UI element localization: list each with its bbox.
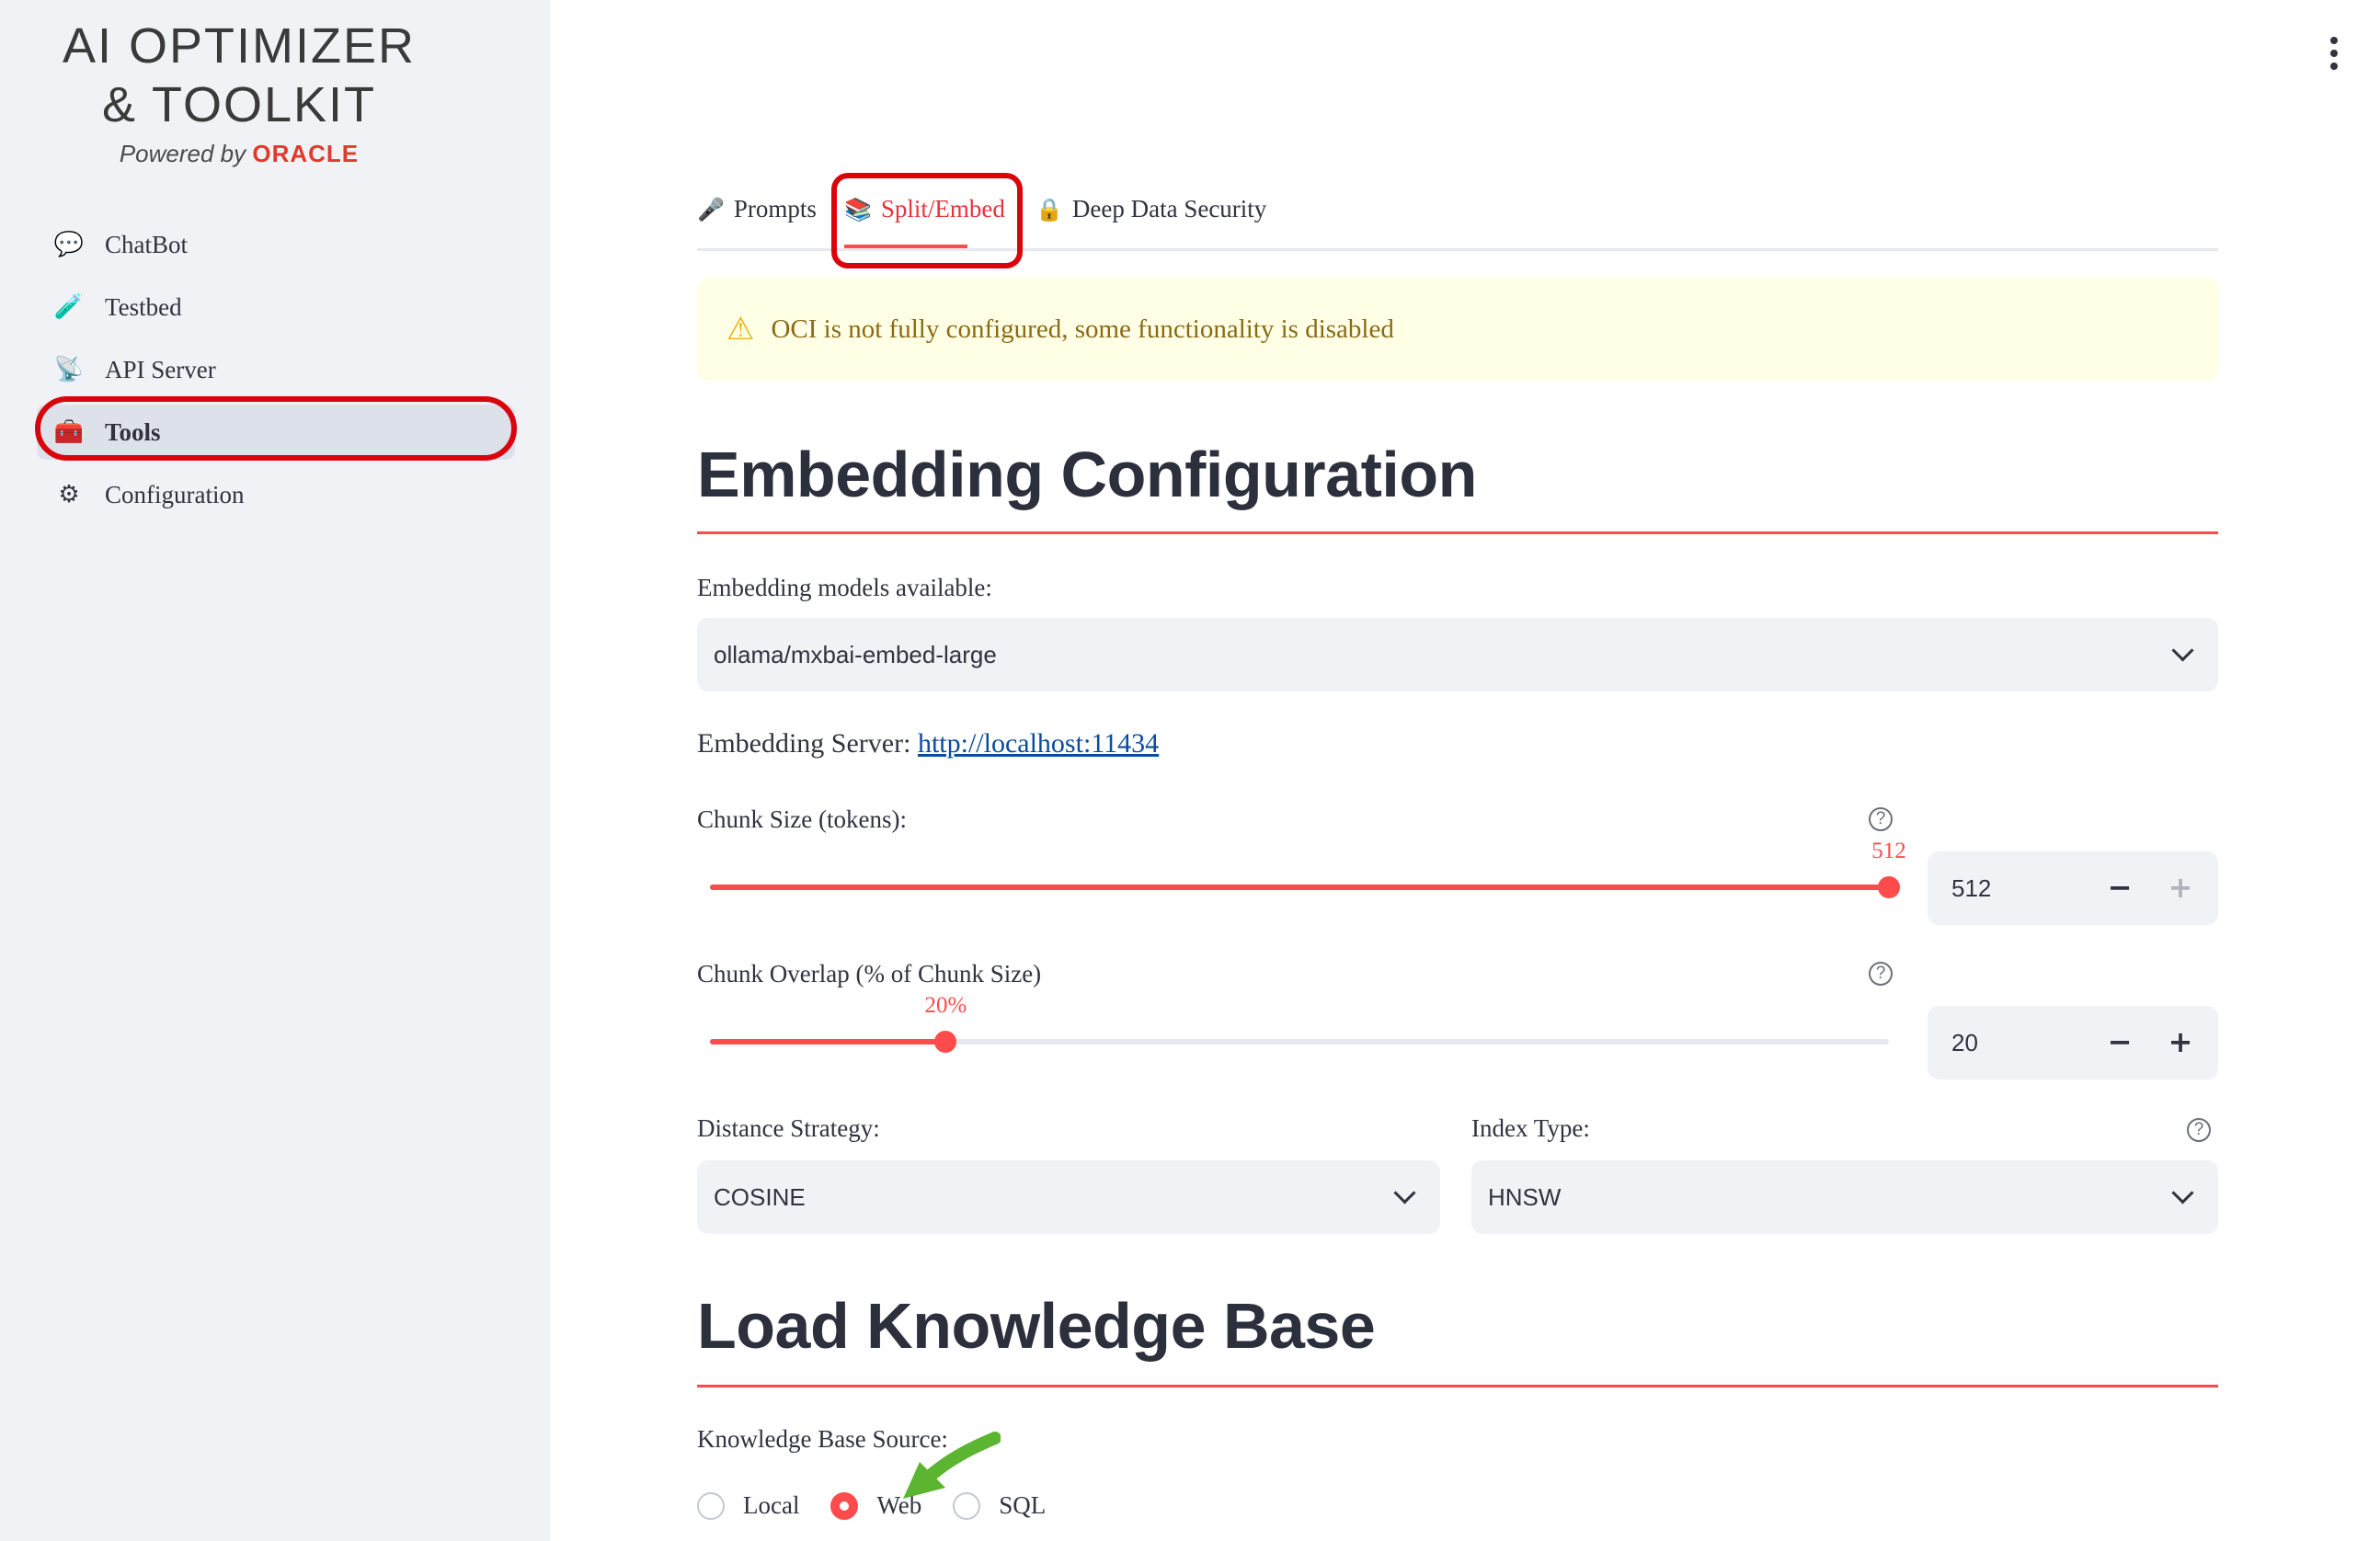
radio-circle[interactable]: [830, 1491, 859, 1520]
alert-text: OCI is not fully configured, some functi…: [771, 314, 1394, 344]
sidebar-item-label: ChatBot: [105, 230, 189, 258]
radio-label: Local: [743, 1491, 800, 1519]
chevron-down-icon: [2171, 1181, 2194, 1204]
sidebar-nav: 💬 ChatBot 🧪 Testbed 📡 API Server 🧰 Tools…: [37, 217, 515, 530]
sidebar-item-api-server[interactable]: 📡 API Server: [37, 342, 515, 397]
embedding-model-select[interactable]: ollama/mxbai-embed-large: [697, 618, 2218, 691]
main-menu-kebab-icon[interactable]: [2330, 37, 2340, 75]
slider-thumb[interactable]: [934, 1031, 957, 1053]
sidebar-item-label: Configuration: [105, 480, 245, 508]
slider-fill: [710, 1039, 946, 1044]
split-embed-highlight-annotation: [831, 173, 1023, 268]
embedding-server: Embedding Server: http://localhost:11434: [697, 728, 1159, 759]
chevron-down-icon: [2171, 639, 2194, 662]
speech-bubble-icon: 💬: [53, 231, 85, 258]
decrement-button[interactable]: −: [2097, 1019, 2143, 1065]
slider-thumb[interactable]: [1878, 876, 1900, 898]
tab-prompts[interactable]: 🎤 Prompts: [697, 195, 817, 223]
chunk-overlap-slider[interactable]: 20%: [710, 993, 1889, 1053]
sidebar-item-label: Testbed: [105, 292, 182, 321]
increment-button[interactable]: +: [2157, 864, 2203, 910]
slider-fill: [710, 885, 1889, 890]
embedding-heading: Embedding Configuration: [697, 439, 1477, 510]
embedding-model-value: ollama/mxbai-embed-large: [714, 640, 997, 668]
green-arrow-annotation-icon: [903, 1432, 1001, 1499]
tab-label: Deep Data Security: [1071, 195, 1267, 223]
heading-divider: [697, 531, 2218, 534]
distance-strategy-label: Distance Strategy:: [697, 1114, 880, 1142]
embedding-server-label: Embedding Server:: [697, 728, 911, 759]
help-icon[interactable]: ?: [1869, 962, 1893, 986]
sidebar-item-testbed[interactable]: 🧪 Testbed: [37, 280, 515, 335]
embedding-models-label: Embedding models available:: [697, 574, 992, 601]
tab-label: Prompts: [733, 195, 817, 223]
chunk-size-label: Chunk Size (tokens):: [697, 805, 907, 833]
radio-circle[interactable]: [697, 1491, 725, 1520]
logo-line-1: AI OPTIMIZER: [62, 18, 417, 74]
slider-value-label: 512: [1871, 839, 1906, 863]
chunk-overlap-stepper[interactable]: 20 − +: [1928, 1006, 2218, 1079]
index-type-value: HNSW: [1488, 1182, 1562, 1211]
heading-divider: [697, 1385, 2218, 1387]
sidebar-item-chatbot[interactable]: 💬 ChatBot: [37, 217, 515, 272]
knowledge-base-heading: Load Knowledge Base: [697, 1290, 1376, 1362]
sidebar-item-label: API Server: [105, 355, 216, 383]
satellite-icon: 📡: [53, 356, 85, 383]
lock-icon: 🔒: [1036, 196, 1063, 223]
tab-deep-data-security[interactable]: 🔒 Deep Data Security: [1036, 195, 1266, 223]
gear-icon: ⚙: [58, 481, 80, 508]
decrement-button[interactable]: −: [2097, 864, 2143, 910]
warning-alert: ⚠ OCI is not fully configured, some func…: [697, 278, 2218, 381]
slider-value-label: 20%: [924, 993, 967, 1018]
app-logo: AI OPTIMIZER & TOOLKIT Powered by ORACLE: [55, 17, 423, 168]
warning-icon: ⚠: [727, 311, 755, 348]
powered-by-text: Powered by: [119, 140, 246, 167]
knowledge-source-radio-group: Local Web SQL: [697, 1491, 1077, 1520]
chunk-size-value: 512: [1951, 874, 1992, 902]
logo-line-2: & TOOLKIT: [101, 77, 377, 132]
chunk-overlap-value: 20: [1951, 1029, 1978, 1056]
embedding-server-link[interactable]: http://localhost:11434: [918, 728, 1159, 759]
help-icon[interactable]: ?: [1869, 807, 1893, 831]
tab-bar: 🎤 Prompts 📚 Split/Embed 🔒 Deep Data Secu…: [697, 173, 2218, 268]
chunk-size-stepper[interactable]: 512 − +: [1928, 851, 2218, 925]
sidebar-item-configuration[interactable]: ⚙ Configuration: [37, 467, 515, 522]
tools-highlight-annotation: [35, 396, 517, 461]
radio-local[interactable]: Local: [697, 1491, 799, 1520]
oracle-logo: ORACLE: [252, 140, 360, 167]
chevron-down-icon: [1393, 1181, 1416, 1204]
increment-button[interactable]: +: [2157, 1019, 2203, 1065]
index-type-label: Index Type:: [1471, 1114, 1590, 1142]
chunk-size-slider[interactable]: 512: [710, 839, 1906, 898]
distance-strategy-value: COSINE: [714, 1182, 806, 1211]
sidebar: AI OPTIMIZER & TOOLKIT Powered by ORACLE…: [0, 0, 550, 1541]
distance-strategy-select[interactable]: COSINE: [697, 1160, 1440, 1234]
microphone-icon: 🎤: [697, 196, 725, 223]
test-tube-icon: 🧪: [53, 293, 85, 321]
help-icon[interactable]: ?: [2187, 1118, 2211, 1142]
index-type-select[interactable]: HNSW: [1471, 1160, 2218, 1234]
radio-label: SQL: [999, 1491, 1047, 1519]
chunk-overlap-label: Chunk Overlap (% of Chunk Size): [697, 960, 1042, 987]
powered-by: Powered by ORACLE: [55, 140, 423, 168]
